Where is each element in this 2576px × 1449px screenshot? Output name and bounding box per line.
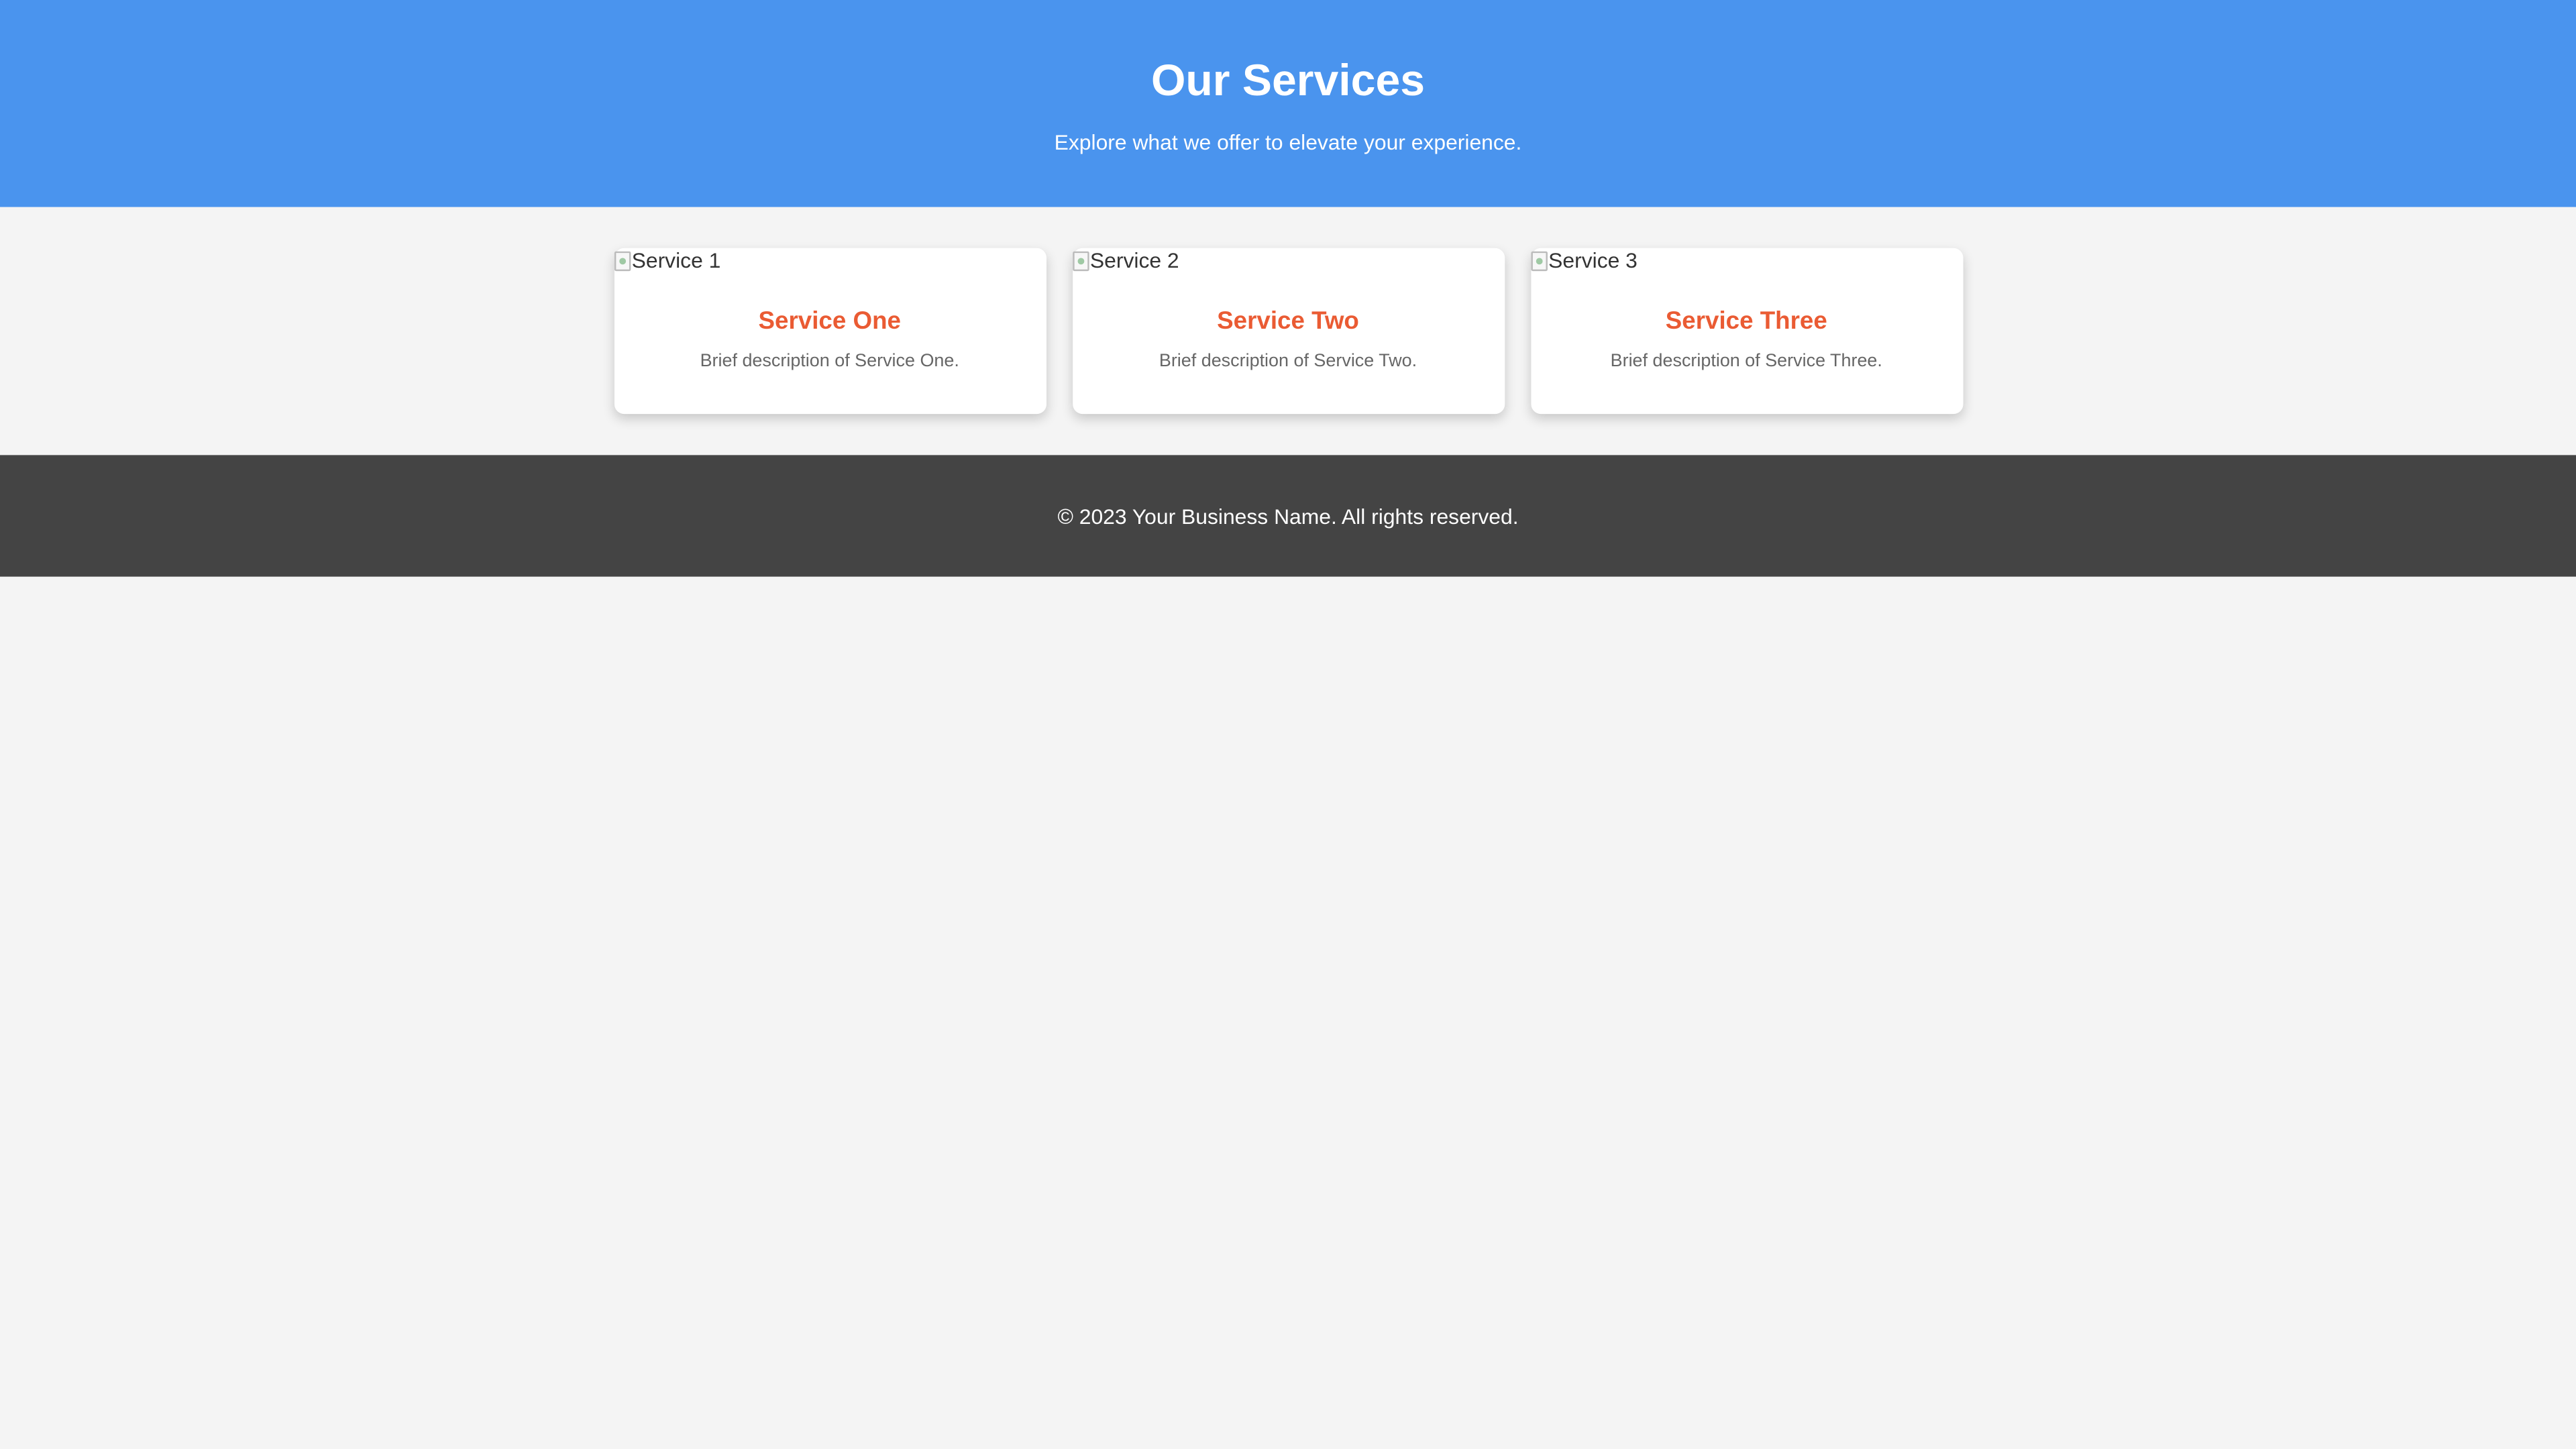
service-title: Service One [758, 307, 901, 335]
page-subtitle: Explore what we offer to elevate your ex… [1054, 129, 1522, 155]
copyright-text: © 2023 Your Business Name. All rights re… [1057, 504, 1519, 529]
broken-image-icon [1071, 250, 1089, 270]
service-title: Service Three [1665, 307, 1827, 335]
service-title: Service Two [1217, 307, 1359, 335]
page: Our Services Explore what we offer to el… [0, 0, 2576, 1449]
service-image: Service 3 [1530, 248, 1962, 273]
service-description: Brief description of Service One. [700, 352, 959, 372]
service-image-alt: Service 3 [1548, 248, 1638, 273]
broken-image-icon [1530, 250, 1547, 270]
service-card: Service 2 Service Two Brief description … [1071, 248, 1505, 415]
service-card: Service 1 Service One Brief description … [613, 248, 1046, 415]
page-header: Our Services Explore what we offer to el… [0, 0, 2576, 207]
broken-image-icon [613, 250, 631, 270]
service-image: Service 2 [1071, 248, 1504, 273]
service-description: Brief description of Service Two. [1159, 352, 1417, 372]
service-image-alt: Service 1 [631, 248, 721, 273]
service-image: Service 1 [613, 248, 1046, 273]
page-title: Our Services [1150, 56, 1426, 105]
page-footer: © 2023 Your Business Name. All rights re… [0, 455, 2576, 577]
service-image-alt: Service 2 [1089, 248, 1179, 273]
service-card: Service 3 Service Three Brief descriptio… [1530, 248, 1963, 415]
services-list: Service 1 Service One Brief description … [0, 207, 2576, 455]
service-description: Brief description of Service Three. [1610, 352, 1882, 372]
